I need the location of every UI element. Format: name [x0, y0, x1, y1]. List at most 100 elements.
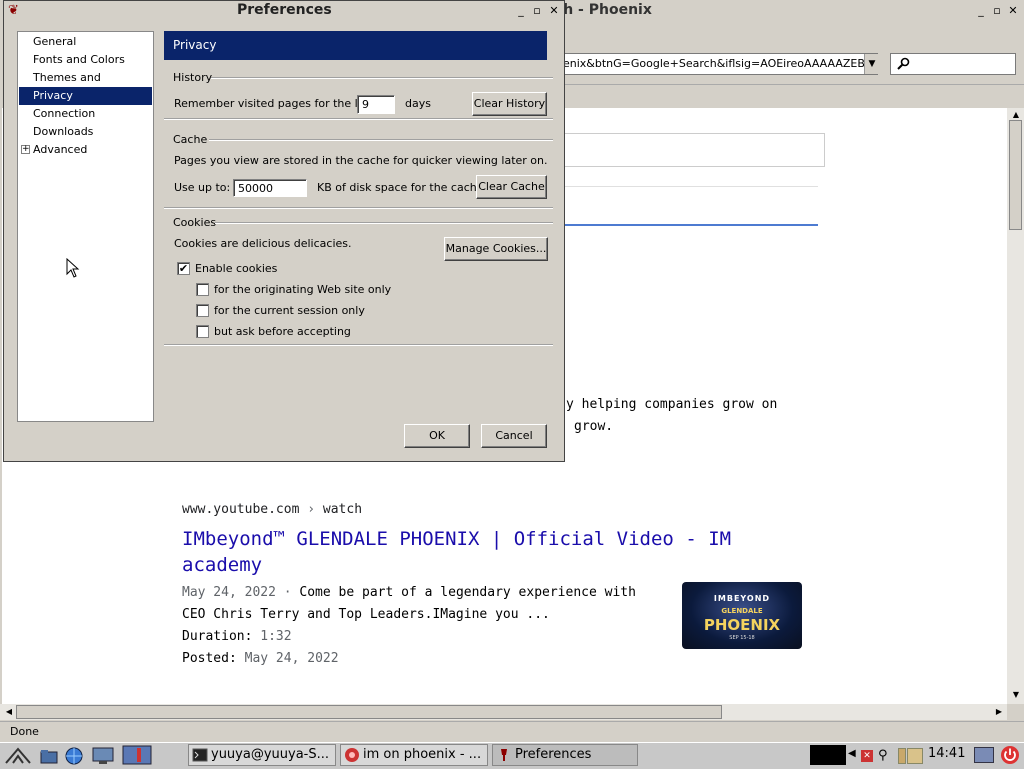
task-label: im on phoenix - ...: [363, 747, 482, 762]
search-tray-icon[interactable]: ⚲: [878, 748, 894, 764]
maximize-icon[interactable]: ▫: [990, 4, 1004, 18]
history-remember-label: Remember visited pages for the last: [174, 97, 375, 110]
cache-use-up-to-label: Use up to:: [174, 181, 231, 194]
minimize-icon[interactable]: _: [974, 4, 988, 18]
cache-group-label: Cache: [173, 133, 208, 146]
cache-size-field[interactable]: 50000: [233, 179, 307, 197]
workspace-switcher-icon[interactable]: [122, 745, 152, 765]
duration-value: 1:32: [260, 629, 292, 644]
screen-lock-icon[interactable]: [974, 747, 994, 763]
google-search-box[interactable]: [560, 133, 825, 167]
active-tab-underline: [560, 224, 818, 226]
url-field[interactable]: enix&btnG=Google+Search&iflsig=AOEireoAA…: [554, 53, 878, 75]
category-list: General Fonts and Colors Themes and Exte…: [17, 31, 154, 422]
history-days-field[interactable]: 9: [357, 95, 395, 114]
maximize-icon[interactable]: ▫: [530, 4, 544, 18]
network-error-icon[interactable]: ✕: [861, 750, 873, 762]
panel-header: Privacy: [164, 31, 547, 60]
group-divider: [209, 139, 553, 141]
category-advanced[interactable]: Advanced: [19, 141, 152, 159]
thumb-brand: IMBEYOND: [713, 594, 771, 603]
result-url-path: watch: [322, 502, 363, 517]
close-icon[interactable]: ✕: [1006, 4, 1020, 18]
status-text: Done: [10, 725, 39, 738]
search-icon: [897, 57, 910, 70]
thumb-line1: GLENDALE: [721, 607, 763, 615]
file-manager-icon[interactable]: [40, 748, 58, 764]
cancel-button[interactable]: Cancel: [481, 424, 547, 448]
category-privacy[interactable]: Privacy: [19, 87, 152, 105]
snippet-text: grow.: [574, 419, 614, 434]
clipboard-icon[interactable]: [907, 748, 923, 764]
ask-before-accepting-label: but ask before accepting: [214, 325, 351, 338]
cache-size-unit: KB of disk space for the cache.: [317, 181, 488, 194]
posted-value: May 24, 2022: [244, 651, 339, 666]
browser-icon: [345, 748, 359, 762]
task-label: Preferences: [515, 747, 592, 762]
result-snippet-b: CEO Chris Terry and Top Leaders.IMagine …: [182, 607, 550, 622]
url-dropdown-icon[interactable]: ▼: [864, 54, 879, 74]
group-divider: [164, 118, 553, 120]
show-desktop-icon[interactable]: [92, 747, 114, 765]
clear-cache-button[interactable]: Clear Cache: [476, 175, 547, 199]
enable-cookies-checkbox[interactable]: ✔: [177, 262, 190, 275]
history-days-unit: days: [405, 97, 431, 110]
task-preferences[interactable]: Preferences: [492, 744, 638, 766]
result-snippet-a: Come be part of a legendary experience w…: [299, 585, 636, 600]
enable-cookies-label: Enable cookies: [195, 262, 278, 275]
prefs-icon: [501, 749, 507, 761]
power-icon[interactable]: [1000, 745, 1020, 765]
ask-before-accepting-checkbox[interactable]: [196, 325, 209, 338]
task-terminal[interactable]: yuuya@yuuya-S...: [188, 744, 336, 766]
status-bar: [0, 721, 1024, 743]
expand-icon[interactable]: +: [21, 145, 30, 154]
task-browser[interactable]: im on phoenix - ...: [340, 744, 488, 766]
tab-divider: [560, 186, 818, 187]
manage-cookies-button[interactable]: Manage Cookies...: [444, 237, 548, 261]
current-session-checkbox[interactable]: [196, 304, 209, 317]
task-label: yuuya@yuuya-S...: [211, 747, 330, 762]
result-url[interactable]: www.youtube.com › watch: [182, 502, 362, 517]
group-divider: [211, 77, 553, 79]
result-duration: Duration: 1:32: [182, 629, 292, 644]
web-browser-icon[interactable]: [64, 746, 84, 766]
cpu-monitor: [810, 745, 846, 765]
mouse-cursor-icon: [66, 258, 80, 278]
ok-button[interactable]: OK: [404, 424, 470, 448]
vertical-scroll-thumb[interactable]: [1009, 120, 1022, 230]
thumb-line2: PHOENIX: [703, 616, 781, 634]
history-group-label: History: [173, 71, 213, 84]
preferences-title: Preferences: [237, 2, 332, 18]
category-connection[interactable]: Connection: [19, 105, 152, 123]
snippet-text: y helping companies grow on: [566, 397, 778, 412]
category-downloads[interactable]: Downloads: [19, 123, 152, 141]
close-icon[interactable]: ✕: [547, 4, 561, 18]
scroll-down-icon[interactable]: ▼: [1009, 688, 1023, 702]
cache-description: Pages you view are stored in the cache f…: [174, 154, 548, 167]
current-session-label: for the current session only: [214, 304, 365, 317]
category-fonts-and-colors[interactable]: Fonts and Colors: [19, 51, 152, 69]
minimize-icon[interactable]: _: [514, 4, 528, 18]
result-title-link[interactable]: IMbeyond™ GLENDALE PHOENIX | Official Vi…: [182, 526, 782, 578]
terminal-icon: [192, 748, 208, 762]
group-divider: [164, 344, 553, 346]
scroll-left-icon[interactable]: ◀: [2, 705, 16, 719]
posted-label: Posted:: [182, 651, 237, 666]
result-url-separator: ›: [307, 502, 316, 517]
volume-icon[interactable]: ◀: [848, 748, 858, 762]
category-themes-and-extensions[interactable]: Themes and Extensions: [19, 69, 152, 102]
battery-icon[interactable]: [898, 748, 906, 764]
group-divider: [164, 207, 553, 209]
originating-site-checkbox[interactable]: [196, 283, 209, 296]
clear-history-button[interactable]: Clear History: [472, 92, 547, 116]
cookies-description: Cookies are delicious delicacies.: [174, 237, 352, 250]
horizontal-scroll-thumb[interactable]: [16, 705, 722, 719]
scroll-right-icon[interactable]: ▶: [992, 705, 1006, 719]
search-field[interactable]: [890, 53, 1016, 75]
cookies-group-label: Cookies: [173, 216, 217, 229]
start-menu-icon[interactable]: [4, 745, 34, 765]
video-thumbnail[interactable]: IMBEYOND GLENDALE PHOENIX SEP 15-18: [682, 582, 802, 649]
clock[interactable]: 14:41: [928, 746, 965, 761]
group-divider: [215, 222, 553, 224]
category-general[interactable]: General: [19, 33, 152, 51]
